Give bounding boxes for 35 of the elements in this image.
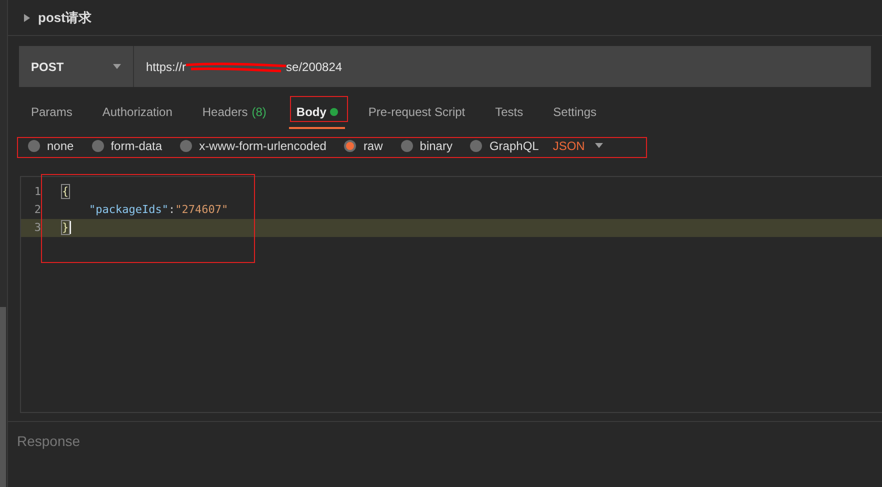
tab[interactable]: Tests (488, 99, 530, 129)
response-label: Response (17, 433, 80, 449)
tab[interactable]: Pre-request Script (361, 99, 472, 129)
annotation-box (290, 96, 348, 122)
tab[interactable]: Authorization (95, 99, 180, 129)
radio-option[interactable]: x-www-form-urlencoded (180, 136, 326, 154)
radio-button[interactable] (470, 140, 482, 152)
caret-icon (594, 143, 603, 148)
radio-button[interactable] (180, 140, 192, 152)
scrollbar[interactable] (0, 307, 6, 487)
code-line: "packageIds":"274607" (88, 202, 228, 218)
radio-option[interactable]: form-data (92, 136, 162, 154)
code-line: } (62, 220, 71, 236)
tab[interactable]: Params (24, 99, 80, 129)
radio-option[interactable]: none (28, 136, 74, 154)
expand-icon[interactable] (24, 14, 30, 22)
line-number: 2 (33, 202, 41, 218)
tab[interactable]: Settings (546, 99, 604, 129)
method-dropdown[interactable]: POST (19, 46, 134, 87)
format-dropdown[interactable]: JSON (552, 136, 603, 154)
caret-icon (113, 64, 121, 69)
line-number: 1 (33, 184, 41, 200)
request-title: post请求 (38, 8, 92, 27)
radio-button[interactable] (344, 140, 356, 152)
code-line: { (62, 184, 69, 200)
tab[interactable]: Headers (8) (195, 99, 274, 129)
line-number: 3 (33, 220, 41, 236)
radio-button[interactable] (400, 140, 413, 152)
radio-option[interactable]: binary (400, 136, 452, 154)
url-field[interactable]: https://r se/200824 (134, 46, 871, 87)
radio-button[interactable] (92, 140, 104, 152)
radio-option[interactable]: raw (344, 136, 383, 154)
radio-button[interactable] (28, 140, 40, 152)
radio-option[interactable]: GraphQL (470, 136, 539, 154)
tab[interactable]: Body (289, 99, 346, 129)
